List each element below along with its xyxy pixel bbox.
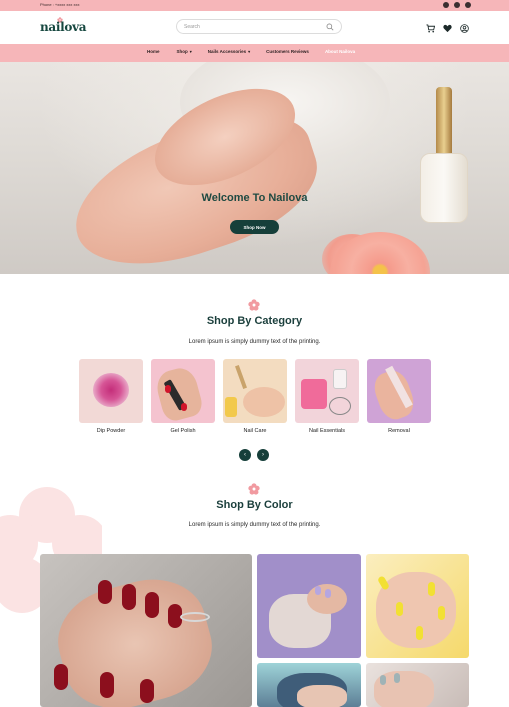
category-card[interactable]: Gel Polish	[151, 359, 215, 434]
hero-banner: Welcome To Nailova Shop Now	[0, 62, 509, 274]
main-nav: Home Shop ▾ Nails Accessories ▾ Customers …	[0, 44, 509, 62]
top-bar: Phone : +xxxx xxx xxx	[0, 0, 509, 11]
category-card[interactable]: Nail Essentials	[295, 359, 359, 434]
lavender-nails-tile[interactable]	[257, 554, 361, 658]
search-input[interactable]	[184, 22, 324, 32]
carousel-next-button[interactable]: ›	[257, 449, 269, 461]
yellow-nails-tile[interactable]	[366, 554, 469, 658]
shop-now-button[interactable]: Shop Now	[230, 220, 279, 234]
gel-polish-image	[151, 359, 215, 423]
logo[interactable]: nailova	[40, 20, 87, 34]
category-card[interactable]: Removal	[367, 359, 431, 434]
chevron-down-icon: ▾	[189, 49, 192, 54]
hero-title: Welcome To Nailova	[201, 192, 308, 204]
search-bar	[176, 19, 342, 34]
removal-image	[367, 359, 431, 423]
chevron-down-icon: ▾	[248, 49, 251, 54]
red-nails-tile[interactable]	[40, 554, 252, 707]
dip-powder-image	[79, 359, 143, 423]
social-links	[443, 2, 471, 8]
phone-number: Phone : +xxxx xxx xxx	[40, 2, 80, 7]
color-section-subtitle: Lorem ipsum is simply dummy text of the …	[188, 522, 321, 528]
category-label: Removal	[388, 428, 410, 434]
color-section-title: Shop By Color	[216, 499, 293, 511]
site-header: nailova	[0, 11, 509, 44]
flower-icon	[248, 483, 260, 495]
flower-icon	[248, 299, 260, 311]
blue-nails-tile[interactable]	[257, 663, 361, 707]
category-card[interactable]: Nail Care	[223, 359, 287, 434]
user-icon[interactable]	[460, 24, 469, 33]
twitter-icon[interactable]	[465, 2, 471, 8]
nav-shop[interactable]: Shop ▾	[177, 49, 192, 54]
nav-home[interactable]: Home	[147, 49, 160, 54]
category-card[interactable]: Dip Powder	[79, 359, 143, 434]
instagram-icon[interactable]	[454, 2, 460, 8]
category-carousel: Dip Powder Gel Polish Nail Care Nail Ess…	[79, 359, 431, 434]
search-icon[interactable]	[326, 23, 334, 31]
category-label: Nail Essentials	[308, 428, 346, 434]
nav-customers-reviews[interactable]: Customers Reviews	[266, 49, 309, 54]
nav-about-nailova[interactable]: About Nailova	[325, 49, 355, 54]
carousel-controls: ‹ ›	[239, 449, 269, 461]
category-section-subtitle: Lorem ipsum is simply dummy text of the …	[188, 339, 321, 345]
heart-icon[interactable]	[443, 24, 452, 33]
header-icons	[426, 24, 469, 33]
nav-nails-accessories[interactable]: Nails Accessories ▾	[208, 49, 250, 54]
cart-icon[interactable]	[426, 24, 435, 33]
nail-care-image	[223, 359, 287, 423]
category-label: Dip Powder	[96, 428, 126, 434]
category-section-title: Shop By Category	[206, 315, 303, 327]
nude-nails-tile[interactable]	[366, 663, 469, 707]
category-label: Gel Polish	[170, 428, 196, 434]
nail-essentials-image	[295, 359, 359, 423]
carousel-prev-button[interactable]: ‹	[239, 449, 251, 461]
category-label: Nail Care	[243, 428, 267, 434]
facebook-icon[interactable]	[443, 2, 449, 8]
